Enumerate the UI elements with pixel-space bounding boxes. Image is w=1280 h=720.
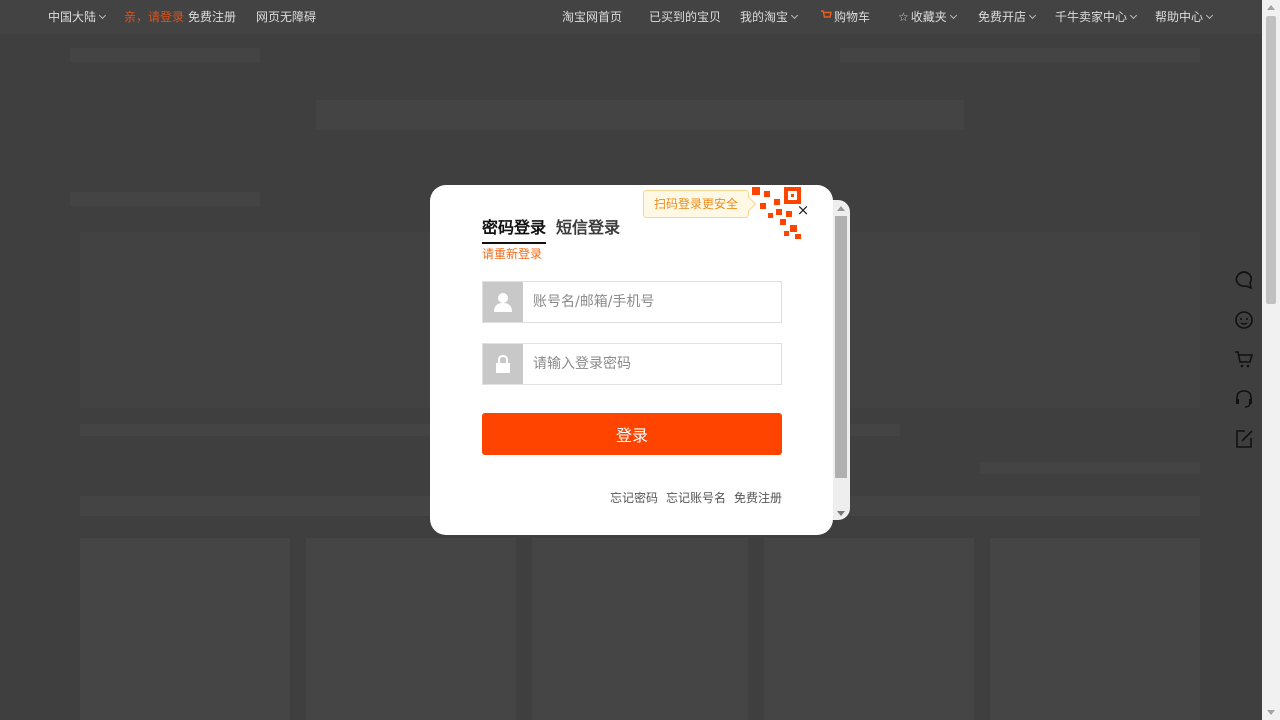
- open-shop-label: 免费开店: [978, 10, 1027, 24]
- tab-password-login[interactable]: 密码登录: [482, 217, 547, 244]
- login-button[interactable]: 登录: [482, 413, 782, 455]
- seller-center-menu[interactable]: 千牛卖家中心: [1055, 9, 1138, 25]
- chevron-down-icon: [949, 11, 957, 20]
- toolbar-cart[interactable]: [1226, 341, 1262, 377]
- forgot-password-link[interactable]: 忘记密码: [610, 491, 658, 505]
- user-icon: [483, 282, 523, 322]
- edit-icon: [1236, 430, 1253, 448]
- password-field: [482, 343, 782, 385]
- favorites-menu[interactable]: ☆ 收藏夹: [898, 9, 957, 25]
- toolbar-service[interactable]: [1226, 381, 1262, 417]
- chevron-down-icon: [1205, 11, 1214, 20]
- chevron-down-icon: [1028, 11, 1037, 20]
- background-card: [532, 538, 748, 720]
- background-card: [306, 538, 516, 720]
- scrollbar-thumb[interactable]: [835, 216, 847, 478]
- seller-center-label: 千牛卖家中心: [1055, 10, 1128, 24]
- background-card: [80, 538, 290, 720]
- username-field: [482, 281, 782, 323]
- scroll-up-arrow[interactable]: [1267, 5, 1275, 10]
- background-placeholder: [70, 192, 260, 206]
- chevron-down-icon: [1129, 11, 1138, 20]
- accessibility-link[interactable]: 网页无障碍: [256, 9, 316, 25]
- relogin-hint: 请重新登录: [482, 247, 543, 261]
- cart-icon: [820, 9, 832, 25]
- tab-sms-login[interactable]: 短信登录: [556, 217, 620, 239]
- open-shop-menu[interactable]: 免费开店: [978, 9, 1037, 25]
- cart-icon: [1235, 351, 1254, 368]
- chevron-down-icon: [790, 11, 799, 20]
- cart-link[interactable]: 购物车: [820, 9, 870, 25]
- close-button[interactable]: ×: [796, 203, 810, 218]
- background-card: [764, 538, 974, 720]
- background-placeholder: [70, 48, 260, 62]
- home-link[interactable]: 淘宝网首页: [562, 9, 622, 25]
- toolbar-smile[interactable]: [1226, 302, 1262, 338]
- star-icon: ☆: [898, 10, 909, 24]
- smile-icon: [1235, 311, 1253, 329]
- my-taobao-menu[interactable]: 我的淘宝: [740, 9, 799, 25]
- qr-login-tip: 扫码登录更安全: [643, 190, 750, 218]
- my-taobao-label: 我的淘宝: [740, 10, 789, 24]
- cart-label: 购物车: [834, 10, 871, 24]
- register-link[interactable]: 免费注册: [188, 9, 236, 25]
- bubble-icon: [1235, 271, 1253, 290]
- scroll-down-arrow[interactable]: [1267, 710, 1275, 715]
- background-placeholder: [840, 48, 1200, 62]
- lock-icon: [483, 344, 523, 384]
- scrollbar-thumb[interactable]: [1266, 16, 1276, 304]
- login-dialog: 密码登录 短信登录 请重新登录 扫码登录更安全 × 登录 忘记密码忘记账号名免费…: [430, 185, 833, 535]
- headset-icon: [1236, 390, 1252, 408]
- scroll-up-arrow[interactable]: [837, 206, 845, 211]
- favorites-label: 收藏夹: [910, 10, 947, 24]
- region-selector[interactable]: 中国大陆: [48, 9, 107, 25]
- help-label: 帮助中心: [1155, 10, 1204, 24]
- scroll-down-arrow[interactable]: [837, 511, 845, 516]
- page-scrollbar[interactable]: [1262, 0, 1280, 720]
- toolbar-bubble[interactable]: [1226, 262, 1262, 298]
- help-menu[interactable]: 帮助中心: [1155, 9, 1214, 25]
- qr-code-icon[interactable]: [748, 185, 833, 243]
- register-link[interactable]: 免费注册: [734, 491, 782, 505]
- help-links: 忘记密码 忘记账号名 免费注册: [602, 489, 782, 506]
- region-label: 中国大陆: [48, 10, 97, 24]
- background-card: [990, 538, 1200, 720]
- site-nav: 中国大陆 亲，请登录 免费注册 网页无障碍 淘宝网首页 已买到的宝贝 我的淘宝 …: [0, 0, 1262, 34]
- chevron-down-icon: [98, 11, 107, 20]
- forgot-username-link[interactable]: 忘记账号名: [666, 491, 726, 505]
- background-placeholder: [980, 462, 1200, 474]
- login-link[interactable]: 亲，请登录: [124, 9, 184, 25]
- bought-link[interactable]: 已买到的宝贝: [649, 9, 721, 25]
- username-input[interactable]: [523, 282, 781, 322]
- password-input[interactable]: [523, 344, 781, 384]
- toolbar-feedback[interactable]: [1226, 421, 1262, 457]
- background-search-bar: [316, 100, 964, 130]
